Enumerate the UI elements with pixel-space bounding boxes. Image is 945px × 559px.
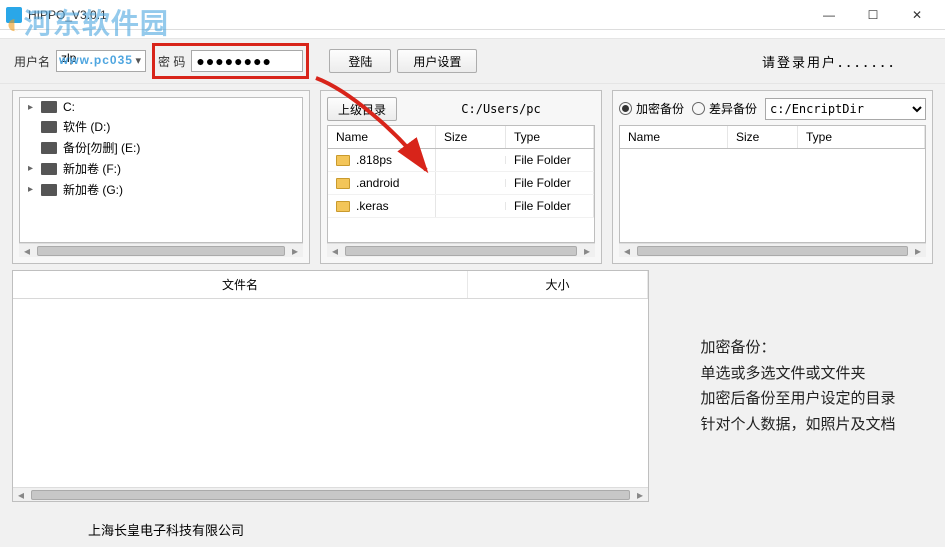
username-combo[interactable]: zlp www.pc035 <box>56 50 146 72</box>
file-type: File Folder <box>506 195 594 217</box>
login-toolbar: 用户名 zlp www.pc035 密 码 登陆 用户设置 请登录用户．．．．．… <box>0 38 945 84</box>
titlebar: HIPPO_V3.0.1 — ☐ ✕ <box>0 0 945 30</box>
target-scrollbar[interactable]: ◂▸ <box>619 243 926 257</box>
tree-node[interactable]: ▸ C: <box>20 98 302 116</box>
expand-icon[interactable]: ▸ <box>26 184 35 195</box>
drive-icon <box>41 121 57 133</box>
close-button[interactable]: ✕ <box>895 1 939 29</box>
folder-icon <box>336 178 350 189</box>
col-size[interactable]: Size <box>436 126 506 148</box>
diff-backup-radio[interactable]: 差异备份 <box>692 100 757 117</box>
help-line1: 单选或多选文件或文件夹 <box>700 361 895 387</box>
tree-label: 新加卷 (G:) <box>63 181 123 198</box>
help-line2: 加密后备份至用户设定的目录 <box>700 386 895 412</box>
username-label: 用户名 <box>14 53 50 70</box>
password-input[interactable] <box>191 50 303 72</box>
dest-path-combo[interactable]: c:/EncriptDir <box>765 98 926 120</box>
col-filename[interactable]: 文件名 <box>13 271 468 298</box>
tree-node[interactable]: ▸ 新加卷 (F:) <box>20 158 302 179</box>
drive-tree-panel: ▸C:软件 (D:)备份[勿删] (E:)▸新加卷 (F:)▸新加卷 (G:) … <box>12 90 310 264</box>
expand-icon[interactable]: ▸ <box>26 163 35 174</box>
file-size <box>436 202 506 210</box>
file-size <box>436 179 506 187</box>
tree-label: C: <box>63 100 75 114</box>
footer-company: 上海长皇电子科技有限公司 <box>0 512 945 547</box>
col-name[interactable]: Name <box>328 126 436 148</box>
drive-icon <box>41 163 57 175</box>
help-line3: 针对个人数据，如照片及文档 <box>700 412 895 438</box>
folder-icon <box>336 155 350 166</box>
encrypt-backup-radio[interactable]: 加密备份 <box>619 100 684 117</box>
list-item[interactable]: .keras File Folder <box>328 195 594 218</box>
list-item[interactable]: .android File Folder <box>328 172 594 195</box>
col-name-r[interactable]: Name <box>620 126 728 148</box>
file-name: .keras <box>356 199 389 213</box>
user-settings-button[interactable]: 用户设置 <box>397 49 477 73</box>
selected-files-list[interactable] <box>13 299 648 487</box>
expand-icon[interactable]: ▸ <box>26 102 35 113</box>
login-prompt: 请登录用户．．．．．．． <box>762 52 903 71</box>
password-label: 密 码 <box>158 53 185 70</box>
file-type: File Folder <box>506 149 594 171</box>
folder-icon <box>336 201 350 212</box>
file-size <box>436 156 506 164</box>
file-type: File Folder <box>506 172 594 194</box>
file-name: .818ps <box>356 153 392 167</box>
target-list-header: Name Size Type <box>619 125 926 148</box>
parent-dir-button[interactable]: 上级目录 <box>327 97 397 121</box>
window-title: HIPPO_V3.0.1 <box>28 8 107 22</box>
app-icon <box>6 7 22 23</box>
minimize-button[interactable]: — <box>807 1 851 29</box>
drive-icon <box>41 184 57 196</box>
login-button[interactable]: 登陆 <box>329 49 391 73</box>
backup-target-panel: 加密备份 差异备份 c:/EncriptDir Name Size Type ◂… <box>612 90 933 264</box>
file-name: .android <box>356 176 399 190</box>
source-browser-panel: 上级目录 C:/Users/pc Name Size Type .818ps Fi… <box>320 90 602 264</box>
col-filesize[interactable]: 大小 <box>468 271 648 298</box>
source-list-header: Name Size Type <box>327 125 595 148</box>
tree-label: 新加卷 (F:) <box>63 160 121 177</box>
col-type-r[interactable]: Type <box>798 126 925 148</box>
col-type[interactable]: Type <box>506 126 594 148</box>
drive-icon <box>41 142 57 154</box>
tree-scrollbar[interactable]: ◂▸ <box>19 243 303 257</box>
source-scrollbar[interactable]: ◂▸ <box>327 243 595 257</box>
tree-label: 软件 (D:) <box>63 118 110 135</box>
tree-node[interactable]: ▸ 新加卷 (G:) <box>20 179 302 200</box>
tree-label: 备份[勿删] (E:) <box>63 139 140 156</box>
source-file-list[interactable]: .818psFile Folder.androidFile Folder.ker… <box>327 148 595 243</box>
drive-tree[interactable]: ▸ C: 软件 (D:) 备份[勿删] (E:) ▸ 新加卷 (F:) ▸ 新加卷 (G:) <box>19 97 303 243</box>
drive-icon <box>41 101 57 113</box>
maximize-button[interactable]: ☐ <box>851 1 895 29</box>
col-size-r[interactable]: Size <box>728 126 798 148</box>
tree-node[interactable]: 软件 (D:) <box>20 116 302 137</box>
password-highlight-box: 密 码 <box>152 43 309 79</box>
list-item[interactable]: .818ps File Folder <box>328 149 594 172</box>
current-path: C:/Users/pc <box>407 102 595 116</box>
help-text-panel: 加密备份： 单选或多选文件或文件夹 加密后备份至用户设定的目录 针对个人数据，如… <box>663 270 933 502</box>
selected-files-panel: 文件名 大小 ◂▸ <box>12 270 649 502</box>
selected-scrollbar[interactable]: ◂▸ <box>13 487 648 501</box>
target-file-list[interactable] <box>619 148 926 243</box>
pcsite-overlay: www.pc035 <box>59 53 133 67</box>
tree-node[interactable]: 备份[勿删] (E:) <box>20 137 302 158</box>
help-title: 加密备份： <box>700 335 895 361</box>
